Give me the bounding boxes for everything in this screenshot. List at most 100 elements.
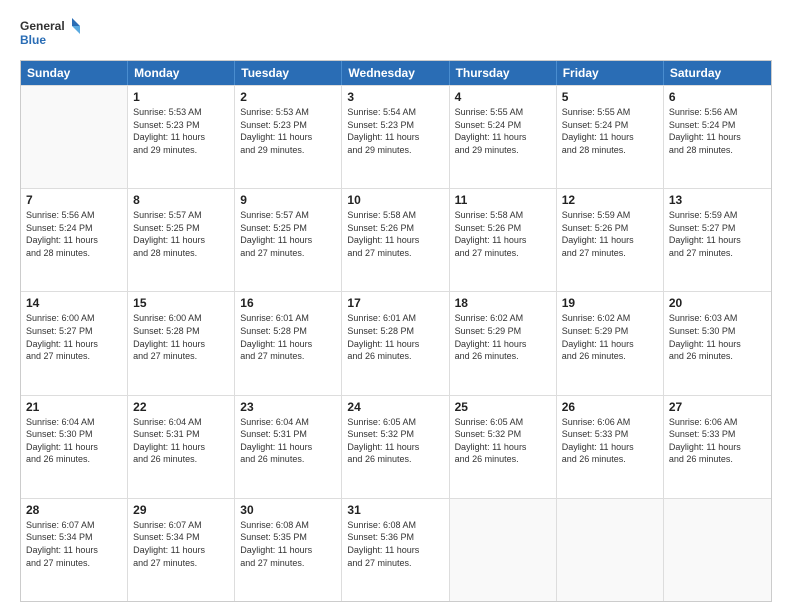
calendar-header-cell: Wednesday <box>342 61 449 85</box>
day-info: Sunrise: 6:05 AM Sunset: 5:32 PM Dayligh… <box>347 416 443 466</box>
calendar-cell: 29Sunrise: 6:07 AM Sunset: 5:34 PM Dayli… <box>128 499 235 601</box>
calendar-cell: 30 Sunrise: 6:08 AM Sunset: 5:35 PM Dayli… <box>235 499 342 601</box>
calendar-header-cell: Sunday <box>21 61 128 85</box>
calendar-body: 1 Sunrise: 5:53 AM Sunset: 5:23 PM Daylig… <box>21 85 771 601</box>
day-info: Sunrise: 6:06 AM Sunset: 5:33 PM Dayligh… <box>669 416 766 466</box>
calendar-cell <box>557 499 664 601</box>
calendar-cell: 23Sunrise: 6:04 AM Sunset: 5:31 PM Dayli… <box>235 396 342 498</box>
calendar-cell: 6Sunrise: 5:56 AM Sunset: 5:24 PM Daylig… <box>664 86 771 188</box>
day-number: 21 <box>26 400 122 414</box>
day-number: 4 <box>455 90 551 104</box>
day-number: 5 <box>562 90 658 104</box>
calendar-cell: 13 Sunrise: 5:59 AM Sunset: 5:27 PM Dayli… <box>664 189 771 291</box>
day-info: Sunrise: 5:59 AM Sunset: 5:27 PM Dayligh… <box>669 209 766 259</box>
day-number: 3 <box>347 90 443 104</box>
calendar-cell: 5 Sunrise: 5:55 AM Sunset: 5:24 PM Daylig… <box>557 86 664 188</box>
day-number: 9 <box>240 193 336 207</box>
calendar-header-cell: Monday <box>128 61 235 85</box>
calendar-week: 7 Sunrise: 5:56 AM Sunset: 5:24 PM Daylig… <box>21 188 771 291</box>
calendar-cell: 1 Sunrise: 5:53 AM Sunset: 5:23 PM Daylig… <box>128 86 235 188</box>
calendar-cell: 24 Sunrise: 6:05 AM Sunset: 5:32 PM Dayli… <box>342 396 449 498</box>
day-number: 2 <box>240 90 336 104</box>
calendar-cell: 12 Sunrise: 5:59 AM Sunset: 5:26 PM Dayli… <box>557 189 664 291</box>
day-info: Sunrise: 5:59 AM Sunset: 5:26 PM Dayligh… <box>562 209 658 259</box>
calendar-cell: 31Sunrise: 6:08 AM Sunset: 5:36 PM Dayli… <box>342 499 449 601</box>
calendar-header-cell: Thursday <box>450 61 557 85</box>
calendar-week: 21 Sunrise: 6:04 AM Sunset: 5:30 PM Dayli… <box>21 395 771 498</box>
calendar-cell: 3 Sunrise: 5:54 AM Sunset: 5:23 PM Daylig… <box>342 86 449 188</box>
day-info: Sunrise: 6:00 AM Sunset: 5:28 PM Dayligh… <box>133 312 229 362</box>
day-info: Sunrise: 5:53 AM Sunset: 5:23 PM Dayligh… <box>133 106 229 156</box>
day-number: 7 <box>26 193 122 207</box>
day-info: Sunrise: 6:05 AM Sunset: 5:32 PM Dayligh… <box>455 416 551 466</box>
calendar-cell: 16 Sunrise: 6:01 AM Sunset: 5:28 PM Dayli… <box>235 292 342 394</box>
calendar-cell: 15 Sunrise: 6:00 AM Sunset: 5:28 PM Dayli… <box>128 292 235 394</box>
day-info: Sunrise: 6:03 AM Sunset: 5:30 PM Dayligh… <box>669 312 766 362</box>
calendar-cell: 9 Sunrise: 5:57 AM Sunset: 5:25 PM Daylig… <box>235 189 342 291</box>
day-info: Sunrise: 6:02 AM Sunset: 5:29 PM Dayligh… <box>455 312 551 362</box>
day-number: 24 <box>347 400 443 414</box>
calendar-week: 28Sunrise: 6:07 AM Sunset: 5:34 PM Dayli… <box>21 498 771 601</box>
day-number: 12 <box>562 193 658 207</box>
svg-text:General: General <box>20 19 65 33</box>
day-info: Sunrise: 5:55 AM Sunset: 5:24 PM Dayligh… <box>455 106 551 156</box>
calendar-cell: 26 Sunrise: 6:06 AM Sunset: 5:33 PM Dayli… <box>557 396 664 498</box>
calendar-cell <box>664 499 771 601</box>
header: General Blue <box>20 16 772 52</box>
day-info: Sunrise: 6:02 AM Sunset: 5:29 PM Dayligh… <box>562 312 658 362</box>
day-number: 26 <box>562 400 658 414</box>
day-number: 6 <box>669 90 766 104</box>
day-info: Sunrise: 6:04 AM Sunset: 5:30 PM Dayligh… <box>26 416 122 466</box>
calendar-cell: 28Sunrise: 6:07 AM Sunset: 5:34 PM Dayli… <box>21 499 128 601</box>
calendar-cell: 18Sunrise: 6:02 AM Sunset: 5:29 PM Dayli… <box>450 292 557 394</box>
day-info: Sunrise: 5:57 AM Sunset: 5:25 PM Dayligh… <box>240 209 336 259</box>
day-number: 8 <box>133 193 229 207</box>
calendar-cell: 8 Sunrise: 5:57 AM Sunset: 5:25 PM Daylig… <box>128 189 235 291</box>
calendar-week: 1 Sunrise: 5:53 AM Sunset: 5:23 PM Daylig… <box>21 85 771 188</box>
calendar-header-cell: Tuesday <box>235 61 342 85</box>
calendar-week: 14Sunrise: 6:00 AM Sunset: 5:27 PM Dayli… <box>21 291 771 394</box>
day-number: 15 <box>133 296 229 310</box>
day-info: Sunrise: 6:08 AM Sunset: 5:36 PM Dayligh… <box>347 519 443 569</box>
day-info: Sunrise: 6:00 AM Sunset: 5:27 PM Dayligh… <box>26 312 122 362</box>
calendar: SundayMondayTuesdayWednesdayThursdayFrid… <box>20 60 772 602</box>
calendar-cell: 25Sunrise: 6:05 AM Sunset: 5:32 PM Dayli… <box>450 396 557 498</box>
calendar-cell: 19 Sunrise: 6:02 AM Sunset: 5:29 PM Dayli… <box>557 292 664 394</box>
calendar-cell: 14Sunrise: 6:00 AM Sunset: 5:27 PM Dayli… <box>21 292 128 394</box>
day-info: Sunrise: 5:58 AM Sunset: 5:26 PM Dayligh… <box>455 209 551 259</box>
day-number: 22 <box>133 400 229 414</box>
day-number: 17 <box>347 296 443 310</box>
svg-text:Blue: Blue <box>20 33 46 47</box>
calendar-cell: 17 Sunrise: 6:01 AM Sunset: 5:28 PM Dayli… <box>342 292 449 394</box>
calendar-header-cell: Friday <box>557 61 664 85</box>
day-number: 16 <box>240 296 336 310</box>
day-info: Sunrise: 5:56 AM Sunset: 5:24 PM Dayligh… <box>26 209 122 259</box>
calendar-cell: 21 Sunrise: 6:04 AM Sunset: 5:30 PM Dayli… <box>21 396 128 498</box>
calendar-cell <box>450 499 557 601</box>
day-number: 13 <box>669 193 766 207</box>
day-number: 19 <box>562 296 658 310</box>
day-info: Sunrise: 6:04 AM Sunset: 5:31 PM Dayligh… <box>240 416 336 466</box>
day-number: 29 <box>133 503 229 517</box>
day-info: Sunrise: 5:55 AM Sunset: 5:24 PM Dayligh… <box>562 106 658 156</box>
day-number: 30 <box>240 503 336 517</box>
calendar-cell: 20 Sunrise: 6:03 AM Sunset: 5:30 PM Dayli… <box>664 292 771 394</box>
day-number: 10 <box>347 193 443 207</box>
day-info: Sunrise: 6:06 AM Sunset: 5:33 PM Dayligh… <box>562 416 658 466</box>
day-info: Sunrise: 6:07 AM Sunset: 5:34 PM Dayligh… <box>26 519 122 569</box>
day-number: 27 <box>669 400 766 414</box>
calendar-cell: 4 Sunrise: 5:55 AM Sunset: 5:24 PM Daylig… <box>450 86 557 188</box>
day-info: Sunrise: 6:01 AM Sunset: 5:28 PM Dayligh… <box>347 312 443 362</box>
day-info: Sunrise: 5:58 AM Sunset: 5:26 PM Dayligh… <box>347 209 443 259</box>
calendar-cell: 10 Sunrise: 5:58 AM Sunset: 5:26 PM Dayli… <box>342 189 449 291</box>
calendar-cell: 2Sunrise: 5:53 AM Sunset: 5:23 PM Daylig… <box>235 86 342 188</box>
calendar-cell: 27 Sunrise: 6:06 AM Sunset: 5:33 PM Dayli… <box>664 396 771 498</box>
calendar-cell: 7 Sunrise: 5:56 AM Sunset: 5:24 PM Daylig… <box>21 189 128 291</box>
day-info: Sunrise: 6:08 AM Sunset: 5:35 PM Dayligh… <box>240 519 336 569</box>
day-info: Sunrise: 5:54 AM Sunset: 5:23 PM Dayligh… <box>347 106 443 156</box>
day-number: 20 <box>669 296 766 310</box>
day-number: 1 <box>133 90 229 104</box>
day-info: Sunrise: 5:57 AM Sunset: 5:25 PM Dayligh… <box>133 209 229 259</box>
day-info: Sunrise: 6:01 AM Sunset: 5:28 PM Dayligh… <box>240 312 336 362</box>
calendar-header: SundayMondayTuesdayWednesdayThursdayFrid… <box>21 61 771 85</box>
